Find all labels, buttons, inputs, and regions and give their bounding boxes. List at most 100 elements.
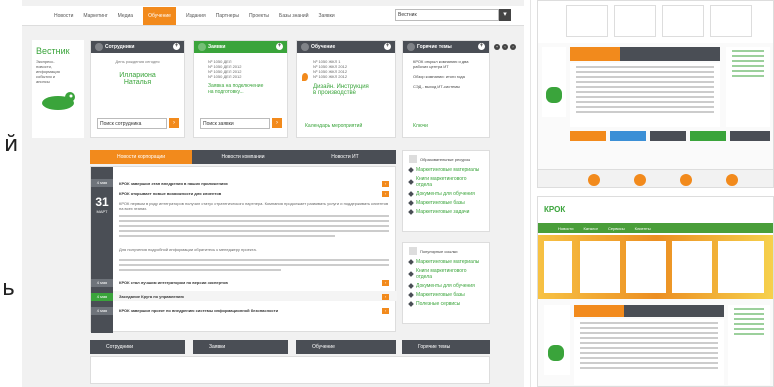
resources-title: Образовательные ресурсы xyxy=(420,156,471,162)
popular-link[interactable]: Книги маркетингового отдела xyxy=(408,268,483,280)
thumbnail-logo: КРОК xyxy=(544,205,566,214)
tab-it-news[interactable]: Новости ИТ xyxy=(294,150,396,164)
bottom-employees-tab[interactable]: Сотрудники xyxy=(90,340,185,354)
requests-card: Заявки + Nº 1050 ДЕЛ Nº 1050 ДЕЛ 2012 Nº … xyxy=(193,40,288,138)
hot-item[interactable]: СЭД - выход ИТ-системы xyxy=(413,84,483,89)
expand-icon[interactable]: + xyxy=(384,43,391,50)
resource-link[interactable]: Книги маркетингового отдела xyxy=(408,176,483,188)
nav-item[interactable]: Базы знаний xyxy=(279,13,308,19)
employees-card: Сотрудники + День рождения сегодня Иллари… xyxy=(90,40,185,138)
bottom-hot-tab[interactable]: Горячие темы xyxy=(402,340,490,354)
side-letter-2: ь xyxy=(2,276,15,301)
news-paragraph: КРОК первым в ряду интеграторов получил … xyxy=(119,201,389,211)
tab-label: Новости компании xyxy=(221,154,265,160)
news-marker-icon[interactable]: › xyxy=(382,191,389,197)
bottom-training-tab[interactable]: Обучение xyxy=(296,340,396,354)
requests-title: Заявки xyxy=(208,44,226,50)
pin-icon xyxy=(408,167,414,173)
resource-link[interactable]: Маркетинговые базы xyxy=(408,200,483,206)
bottom-cards-preview xyxy=(90,356,490,384)
nav-item[interactable]: Партнеры xyxy=(216,13,239,19)
hot-item[interactable]: Обзор компании: итоги года xyxy=(413,74,483,79)
news-headline[interactable]: КРОК стал лучшим интегратором по версии … xyxy=(119,280,379,285)
training-card: Обучение + Nº 1050 ЖКЛ 1 Nº 1050 ЖКЛ 2012… xyxy=(296,40,396,138)
hot-topics-card: Горячие темы + КРОК открыл компанию и два… xyxy=(402,40,490,138)
pin-icon xyxy=(408,271,414,277)
prev-icon[interactable]: ‹ xyxy=(502,44,508,50)
thumbnail-2: КРОК Новости Каталог Сервисы Клиенты xyxy=(537,196,774,387)
request-search-select[interactable]: Поиск заявки xyxy=(200,118,270,129)
tab-label: Новости корпорации xyxy=(116,154,166,160)
nav-item[interactable]: Медиа xyxy=(118,13,133,19)
thumbnail-1 xyxy=(537,0,774,188)
news-marker-icon[interactable]: › xyxy=(382,308,389,314)
vestnik-line: анонсы xyxy=(36,79,50,84)
tab-corporation-news[interactable]: Новости корпорации xyxy=(90,150,192,164)
popular-links-panel: Популярные ссылки Маркетинговые материал… xyxy=(402,242,490,324)
news-marker-icon[interactable]: › xyxy=(382,280,389,286)
tab-label: Новости ИТ xyxy=(331,154,359,160)
request-link[interactable]: на подготовку... xyxy=(208,89,287,95)
training-title: Обучение xyxy=(311,44,336,50)
popular-link[interactable]: Документы для обучения xyxy=(408,283,483,289)
request-search-button[interactable]: › xyxy=(272,118,282,128)
resources-panel: Образовательные ресурсы Маркетинговые ма… xyxy=(402,150,490,232)
news-marker-icon[interactable]: › xyxy=(382,294,389,300)
thumbnail-tab[interactable]: Новости xyxy=(558,226,573,231)
keys-link[interactable]: Ключи xyxy=(413,123,428,129)
nav-item[interactable]: Заявки xyxy=(319,13,335,19)
add-icon[interactable]: + xyxy=(494,44,500,50)
next-icon[interactable]: › xyxy=(510,44,516,50)
nav-item[interactable]: Издания xyxy=(186,13,206,19)
employee-name[interactable]: Иллариона xyxy=(91,72,184,79)
thumbnail-tab[interactable]: Клиенты xyxy=(635,226,651,231)
training-link[interactable]: в производстве xyxy=(313,90,395,96)
news-body-lines xyxy=(119,213,389,240)
expand-icon[interactable]: + xyxy=(478,43,485,50)
news-headline[interactable]: КРОК открывает новые возможности для кли… xyxy=(119,191,379,196)
request-line: Nº 1050 ДЕЛ 2012 xyxy=(208,74,242,79)
crocodile-mascot xyxy=(42,92,75,110)
employee-search-select[interactable]: Поиск сотрудника xyxy=(97,118,167,129)
bottom-requests-tab[interactable]: Заявки xyxy=(193,340,288,354)
calendar-link[interactable]: Календарь мероприятий xyxy=(305,123,362,129)
popular-link[interactable]: Полезные сервисы xyxy=(408,301,483,307)
pin-icon xyxy=(408,209,414,215)
side-letter-1: й xyxy=(4,132,19,157)
tab-company-news[interactable]: Новости компании xyxy=(192,150,294,164)
resource-link[interactable]: Маркетинговые задачи xyxy=(408,209,483,215)
news-headline[interactable]: КРОК завершил этап внедрения в наших при… xyxy=(119,181,379,186)
popular-link[interactable]: Маркетинговые базы xyxy=(408,292,483,298)
main-mockup: Новости Маркетинг Медиа Обучение Издания… xyxy=(22,0,524,387)
expand-icon[interactable]: + xyxy=(173,43,180,50)
nav-item[interactable]: Маркетинг xyxy=(83,13,107,19)
thumbnail-column: КРОК Новости Каталог Сервисы Клиенты xyxy=(537,0,774,387)
birthday-label: День рождения сегодня xyxy=(115,59,160,64)
date-tag: 4 мая xyxy=(91,279,113,287)
nav-item-active[interactable]: Обучение xyxy=(143,6,176,25)
news-tabs: Новости корпорации Новости компании Ново… xyxy=(90,150,396,164)
banner xyxy=(538,235,773,299)
popular-title: Популярные ссылки xyxy=(420,248,458,254)
pin-icon xyxy=(408,292,414,298)
resource-link[interactable]: Маркетинговые материалы xyxy=(408,167,483,173)
news-marker-icon[interactable]: › xyxy=(382,181,389,187)
resource-link[interactable]: Документы для обучения xyxy=(408,191,483,197)
news-body-lines xyxy=(119,257,389,274)
expand-icon[interactable]: + xyxy=(276,43,283,50)
popular-link[interactable]: Маркетинговые материалы xyxy=(408,259,483,265)
pin-icon xyxy=(408,179,414,185)
date-tag: 4 мая xyxy=(91,307,113,315)
search-button[interactable]: ▾ xyxy=(499,9,511,21)
thumbnail-tab[interactable]: Сервисы xyxy=(608,226,625,231)
search-input[interactable]: Вестник xyxy=(395,9,499,21)
nav-item[interactable]: Новости xyxy=(54,13,73,19)
news-paragraph: Для получения подробной информации обрат… xyxy=(119,247,257,252)
nav-item[interactable]: Проекты xyxy=(249,13,269,19)
news-headline[interactable]: Заседание Круга по управлению xyxy=(119,294,184,299)
news-headline[interactable]: КРОК завершил проект по внедрению систем… xyxy=(119,308,379,313)
employee-name[interactable]: Наталья xyxy=(91,79,184,86)
thumbnail-tab[interactable]: Каталог xyxy=(583,226,598,231)
employee-search-button[interactable]: › xyxy=(169,118,179,128)
hot-item[interactable]: КРОК открыл компанию и два рабочих центр… xyxy=(413,59,483,69)
